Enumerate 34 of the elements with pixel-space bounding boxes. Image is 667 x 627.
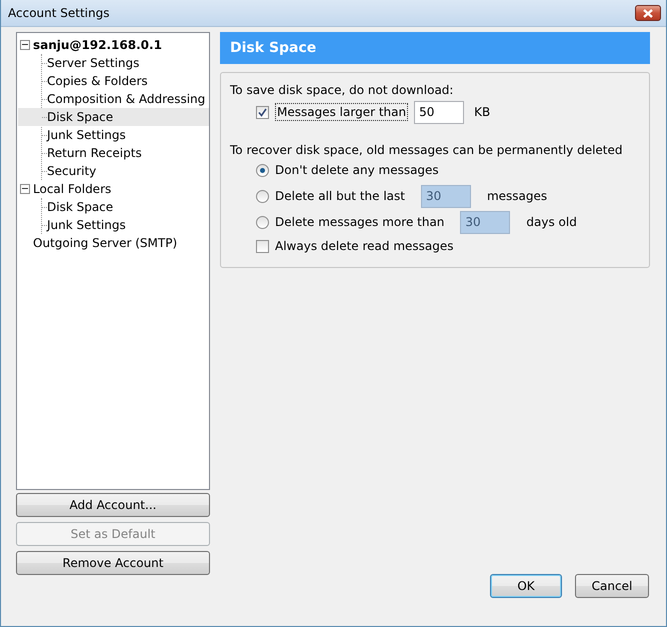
account-button[interactable]: Add Account... (16, 493, 210, 517)
unit-label: KB (474, 105, 490, 119)
dialog-button[interactable]: OK (490, 574, 562, 598)
unit-label: days old (526, 215, 577, 229)
collapse-icon[interactable] (20, 184, 30, 194)
close-icon (642, 8, 654, 18)
tree-item[interactable]: Security (18, 162, 209, 180)
account-button[interactable]: Remove Account (16, 551, 210, 575)
tree-item[interactable]: Disk Space (18, 198, 209, 216)
checkbox[interactable] (256, 106, 269, 118)
tree-item[interactable]: Server Settings (18, 54, 209, 72)
dialog-button[interactable]: Cancel (575, 574, 649, 598)
section-heading: To recover disk space, old messages can be permanently deleted (230, 143, 624, 157)
tree-item[interactable]: Junk Settings (18, 126, 209, 144)
tree-item[interactable]: Local Folders (31, 182, 112, 196)
checkbox[interactable] (256, 240, 269, 252)
checkbox-label[interactable]: Messages larger than (275, 103, 408, 121)
close-button[interactable] (635, 5, 661, 21)
radio-button[interactable] (256, 164, 269, 176)
number-field[interactable]: 50 (414, 100, 464, 124)
checkbox-label[interactable]: Always delete read messages (275, 239, 454, 253)
tree-item[interactable]: Copies & Folders (18, 72, 209, 90)
tree-item[interactable]: Return Receipts (18, 144, 209, 162)
tree-item[interactable]: sanju@192.168.0.1 (31, 38, 162, 52)
collapse-icon[interactable] (20, 40, 30, 50)
tree-item[interactable]: Composition & Addressing (18, 90, 209, 108)
option-label[interactable]: Don't delete any messages (275, 163, 439, 177)
panel-header: Disk Space (220, 32, 650, 64)
tree-item[interactable]: Junk Settings (18, 216, 209, 234)
unit-label: messages (486, 189, 548, 203)
window-title: Account Settings (8, 6, 110, 20)
section-heading: To save disk space, do not download: (230, 83, 454, 97)
tree-item[interactable]: Outgoing Server (SMTP) (31, 236, 178, 250)
tree-item[interactable]: Disk Space (18, 108, 209, 126)
